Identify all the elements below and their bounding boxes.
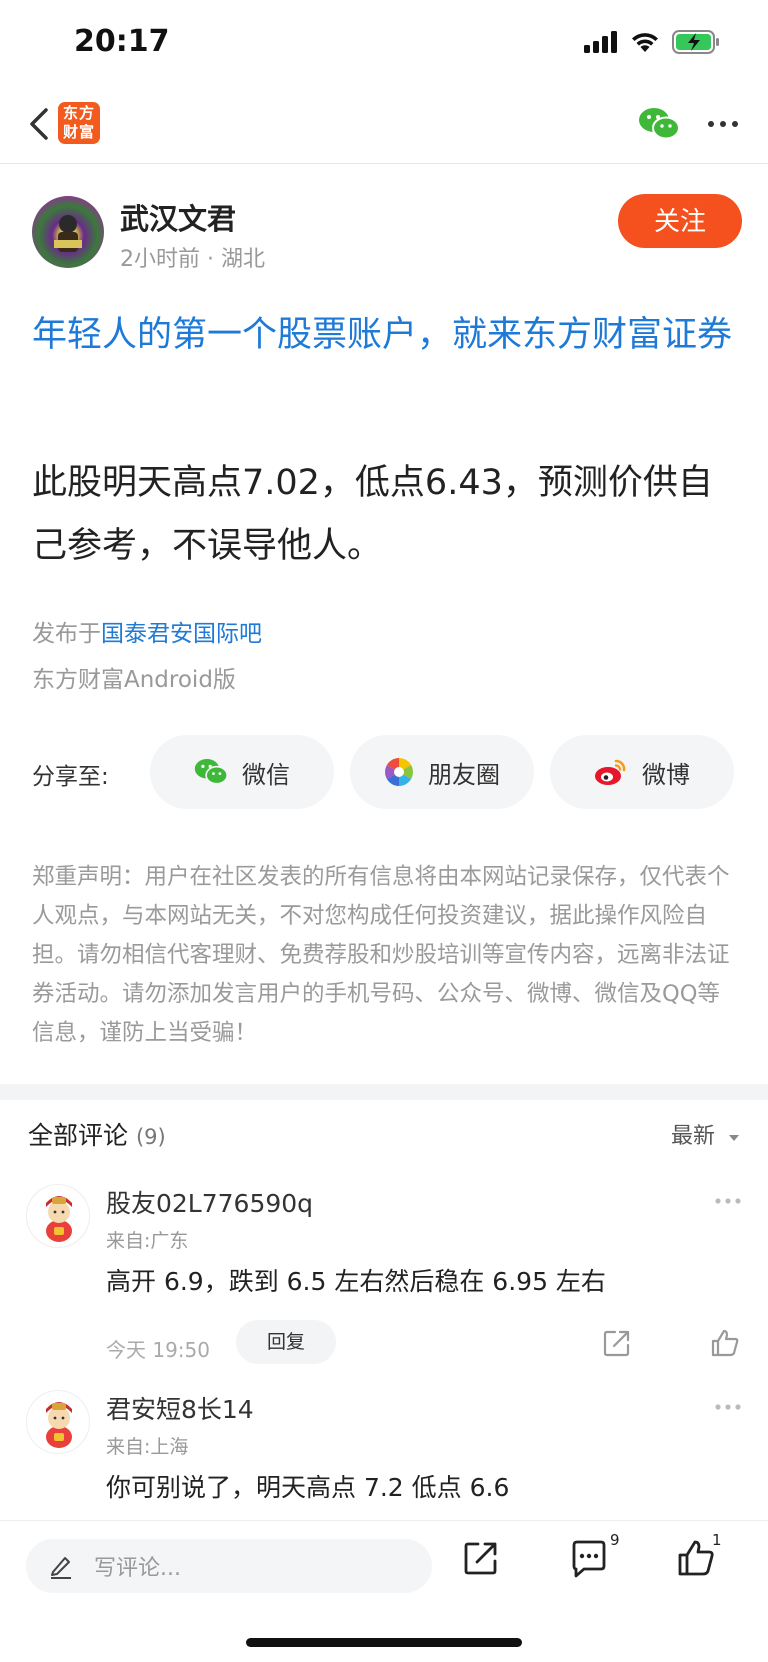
comment-input-placeholder: 写评论... [94,1556,181,1581]
comment-item: 君安短8长14 来自:上海 你可别说了，明天高点 7.2 低点 6.6 [26,1390,742,1510]
comment-like-icon[interactable] [710,1328,740,1358]
author-header: 武汉文君 2小时前 · 湖北 关注 [32,194,742,272]
author-meta: 2小时前 · 湖北 [120,247,265,272]
commenter-name[interactable]: 股友02L776590q [106,1184,313,1220]
comment-more-icon[interactable] [714,1402,742,1412]
back-button[interactable] [22,102,62,146]
share-weibo-button[interactable]: 微博 [550,735,734,809]
publish-info: 发布于国泰君安国际吧 [32,614,262,648]
avatar-image [54,215,82,252]
commenter-location: 来自:上海 [106,1436,189,1458]
mascot-avatar-icon [46,1196,72,1242]
client-info: 东方财富Android版 [32,667,236,693]
like-count-badge: 1 [712,1531,722,1549]
commenter-avatar[interactable] [26,1184,90,1248]
comment-text: 高开 6.9，跌到 6.5 左右然后稳在 6.95 左右 [106,1267,606,1296]
post-body: 此股明天高点7.02，低点6.43，预测价供自己参考，不误导他人。 [32,463,713,566]
published-prefix: 发布于 [32,621,101,647]
wechat-share-icon[interactable] [638,106,680,142]
commenter-name[interactable]: 君安短8长14 [106,1390,254,1426]
share-label: 分享至: [32,764,109,790]
wifi-icon [632,33,658,52]
commenter-location: 来自:广东 [106,1230,189,1252]
moments-icon [385,758,413,786]
follow-button[interactable]: 关注 [618,194,742,248]
disclaimer-text: 郑重声明：用户在社区发表的所有信息将由本网站记录保存，仅代表个人观点，与本网站无… [32,864,730,1046]
battery-charging-icon [672,30,719,54]
promo-link[interactable]: 年轻人的第一个股票账户，就来东方财富证券 [32,308,732,363]
sort-dropdown[interactable]: 最新 [671,1118,740,1150]
author-avatar[interactable] [32,196,104,268]
status-icons [584,30,720,54]
nav-bar: 东方 财富 [0,88,768,164]
status-time: 20:17 [74,24,170,59]
pencil-icon [51,1557,71,1579]
comments-count: (9) [135,1125,166,1149]
eastmoney-logo[interactable]: 东方 财富 [58,102,100,144]
sort-label: 最新 [670,1124,715,1149]
comment-count-badge: 9 [610,1531,620,1549]
wechat-icon [194,759,228,785]
comment-share-icon[interactable] [602,1328,632,1358]
home-indicator [246,1638,522,1647]
weibo-icon [595,759,626,785]
author-name[interactable]: 武汉文君 [120,196,236,238]
comment-text: 你可别说了，明天高点 7.2 低点 6.6 [106,1473,510,1502]
share-moments-button[interactable]: 朋友圈 [350,735,534,809]
comment-item: 股友02L776590q 来自:广东 高开 6.9，跌到 6.5 左右然后稳在 … [26,1184,742,1374]
like-icon[interactable] [676,1539,716,1577]
mascot-avatar-icon [46,1402,72,1448]
section-divider [0,1084,768,1100]
share-wechat-button[interactable]: 微信 [150,735,334,809]
stock-bar-link[interactable]: 国泰君安国际吧 [101,621,262,647]
share-icon[interactable] [462,1539,500,1577]
caret-down-icon [729,1135,739,1141]
share-row: 分享至: 微信 朋友圈 微博 [32,735,742,809]
comment-more-icon[interactable] [714,1196,742,1206]
comments-title-label: 全部评论 [28,1121,129,1150]
comments-title: 全部评论 (9) [28,1116,166,1152]
reply-button[interactable]: 回复 [236,1320,336,1364]
cellular-signal-icon [584,31,617,53]
share-wechat-label: 微信 [242,760,290,789]
status-bar: 20:17 [0,0,768,88]
commenter-avatar[interactable] [26,1390,90,1454]
comment-icon[interactable] [570,1539,608,1579]
more-options-icon[interactable] [706,112,740,136]
comments-header: 全部评论 (9) 最新 [28,1116,740,1156]
share-weibo-label: 微博 [642,760,690,789]
comment-time: 今天 19:50 [106,1338,210,1362]
comment-input[interactable]: 写评论... [26,1539,432,1593]
share-moments-label: 朋友圈 [428,760,500,789]
